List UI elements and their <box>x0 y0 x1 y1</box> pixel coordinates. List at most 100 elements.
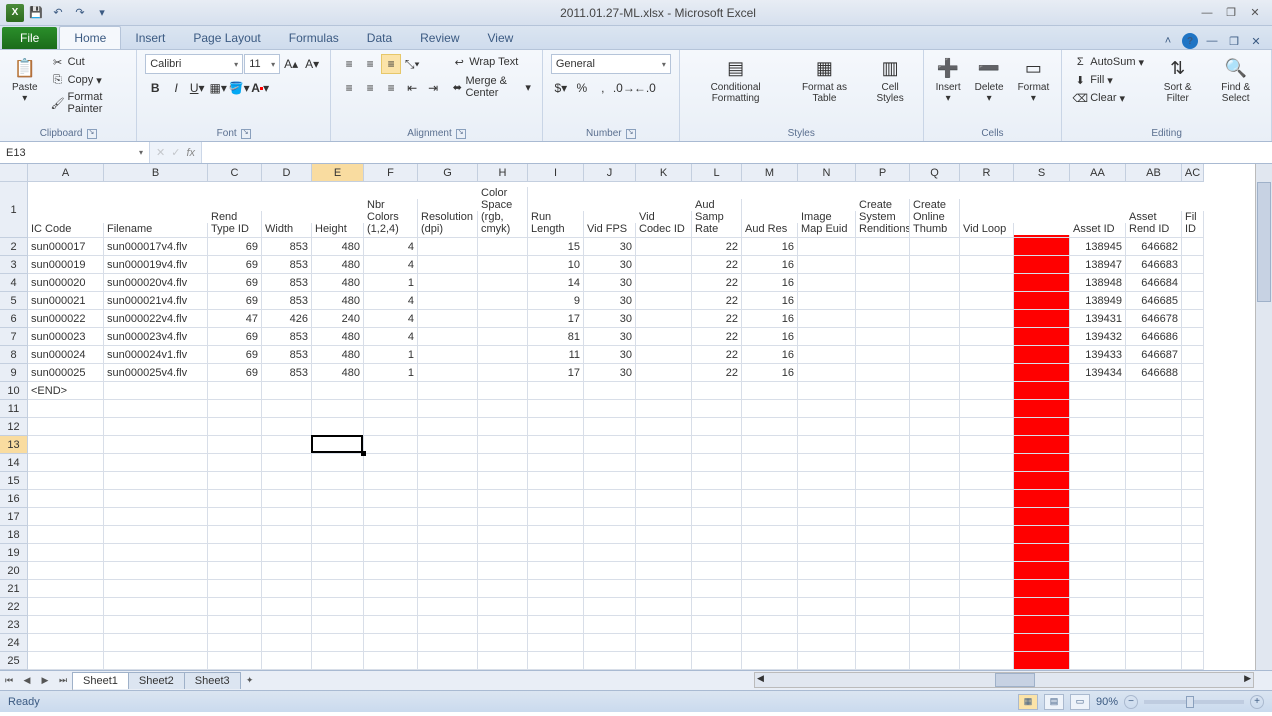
enter-formula-icon[interactable]: ✓ <box>171 146 180 159</box>
cell[interactable] <box>636 382 692 400</box>
cell[interactable] <box>1014 382 1070 400</box>
currency-button[interactable]: $▾ <box>551 78 571 98</box>
cell[interactable] <box>364 382 418 400</box>
cell[interactable] <box>692 598 742 616</box>
cell[interactable] <box>1014 652 1070 670</box>
cell[interactable] <box>312 580 364 598</box>
cancel-formula-icon[interactable]: ✕ <box>156 146 165 159</box>
cell[interactable] <box>1014 292 1070 310</box>
cell[interactable] <box>418 526 478 544</box>
cell[interactable]: 4 <box>364 238 418 256</box>
cell[interactable]: 480 <box>312 256 364 274</box>
cell[interactable] <box>910 400 960 418</box>
cell[interactable]: 16 <box>742 274 798 292</box>
column-header[interactable]: S <box>1014 164 1070 182</box>
cell[interactable] <box>312 508 364 526</box>
conditional-formatting-button[interactable]: ▤Conditional Formatting <box>688 54 784 106</box>
sheet-tab[interactable]: Sheet3 <box>184 672 241 689</box>
doc-minimize-icon[interactable]: — <box>1204 33 1220 49</box>
cell[interactable] <box>856 652 910 670</box>
cell[interactable] <box>418 490 478 508</box>
cell[interactable]: 646682 <box>1126 238 1182 256</box>
cell[interactable] <box>910 490 960 508</box>
cell[interactable]: 14 <box>528 274 584 292</box>
cell[interactable]: 30 <box>584 274 636 292</box>
cell[interactable] <box>584 580 636 598</box>
cell[interactable] <box>104 562 208 580</box>
clear-button[interactable]: ⌫Clear ▾ <box>1070 90 1147 106</box>
cell[interactable] <box>478 238 528 256</box>
cell[interactable] <box>798 382 856 400</box>
cell[interactable] <box>208 562 262 580</box>
cell[interactable] <box>636 364 692 382</box>
cell[interactable] <box>262 652 312 670</box>
cell[interactable] <box>856 598 910 616</box>
cell[interactable] <box>960 616 1014 634</box>
cell[interactable] <box>960 238 1014 256</box>
cell[interactable] <box>798 364 856 382</box>
cell[interactable] <box>636 436 692 454</box>
autosum-button[interactable]: ΣAutoSum ▾ <box>1070 54 1147 70</box>
cell[interactable]: 22 <box>692 310 742 328</box>
cell[interactable] <box>798 472 856 490</box>
paste-button[interactable]: 📋 Paste▾ <box>8 54 42 106</box>
cell[interactable] <box>798 274 856 292</box>
cell[interactable] <box>742 598 798 616</box>
cell[interactable] <box>1014 598 1070 616</box>
cell[interactable] <box>478 634 528 652</box>
cell[interactable] <box>742 508 798 526</box>
cell[interactable] <box>28 400 104 418</box>
cell[interactable]: sun000022 <box>28 310 104 328</box>
cell[interactable]: 646686 <box>1126 328 1182 346</box>
cell[interactable] <box>692 544 742 562</box>
row-header[interactable]: 1 <box>0 182 28 238</box>
cell[interactable] <box>478 436 528 454</box>
cell[interactable] <box>856 436 910 454</box>
cell[interactable] <box>636 634 692 652</box>
column-header[interactable]: AB <box>1126 164 1182 182</box>
cell[interactable] <box>1070 526 1126 544</box>
cell[interactable] <box>692 454 742 472</box>
cell[interactable] <box>636 418 692 436</box>
cell[interactable] <box>528 418 584 436</box>
cell[interactable] <box>208 634 262 652</box>
cell[interactable] <box>262 580 312 598</box>
cell[interactable] <box>636 256 692 274</box>
cell[interactable]: sun000022v4.flv <box>104 310 208 328</box>
cell[interactable] <box>910 292 960 310</box>
row-header[interactable]: 5 <box>0 292 28 310</box>
cell[interactable] <box>1014 526 1070 544</box>
cell[interactable]: 480 <box>312 364 364 382</box>
cell[interactable] <box>1126 562 1182 580</box>
cell[interactable]: Nbr Colors (1,2,4) <box>364 199 418 238</box>
column-header[interactable]: I <box>528 164 584 182</box>
cell[interactable] <box>478 400 528 418</box>
cell[interactable]: 16 <box>742 310 798 328</box>
cell[interactable] <box>910 436 960 454</box>
cell[interactable] <box>528 472 584 490</box>
cell[interactable]: 69 <box>208 292 262 310</box>
cell[interactable] <box>910 526 960 544</box>
cell[interactable] <box>478 364 528 382</box>
cell[interactable] <box>478 418 528 436</box>
cell[interactable] <box>692 616 742 634</box>
cell[interactable] <box>742 454 798 472</box>
cell[interactable] <box>528 490 584 508</box>
cell[interactable] <box>584 508 636 526</box>
cell[interactable] <box>584 418 636 436</box>
cell[interactable] <box>910 364 960 382</box>
cell[interactable] <box>1070 562 1126 580</box>
cell[interactable]: 47 <box>208 310 262 328</box>
cell[interactable] <box>1014 544 1070 562</box>
cell[interactable] <box>364 616 418 634</box>
cell[interactable] <box>262 508 312 526</box>
cell[interactable] <box>1126 436 1182 454</box>
cell[interactable] <box>418 562 478 580</box>
cell[interactable] <box>960 634 1014 652</box>
underline-button[interactable]: U▾ <box>187 78 207 98</box>
cell[interactable] <box>798 310 856 328</box>
cell[interactable]: Create Online Thumb <box>910 199 960 238</box>
cell[interactable] <box>584 652 636 670</box>
cell[interactable]: sun000021v4.flv <box>104 292 208 310</box>
cell[interactable]: Rend Type ID <box>208 211 262 238</box>
